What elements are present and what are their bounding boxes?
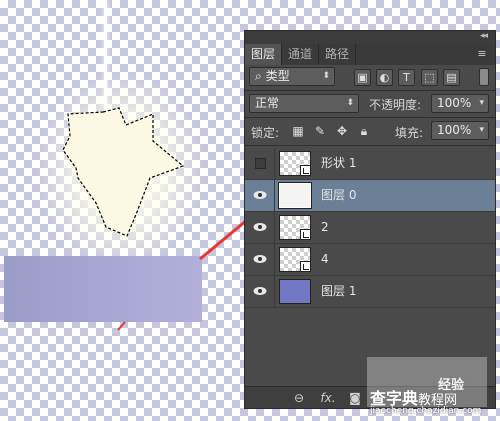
filter-toggle[interactable]: [479, 68, 489, 86]
lock-image-pixels-icon[interactable]: ✎: [313, 124, 327, 138]
layer-thumbnail: [279, 151, 311, 176]
eye-icon: [253, 287, 267, 295]
layer-row-layer-0[interactable]: 图层 0: [245, 180, 495, 212]
filter-kind-label: 类型: [265, 69, 290, 83]
layer-name[interactable]: 形状 1: [321, 148, 356, 179]
layer-name[interactable]: 图层 1: [321, 276, 356, 307]
panel-tabs: 图层 通道 路径: [245, 44, 495, 65]
filter-kind-dropdown[interactable]: ⌕ 类型 ⬍: [249, 67, 335, 86]
layer-row-2[interactable]: 2: [245, 212, 495, 244]
smart-object-badge-icon: [300, 261, 311, 272]
visibility-toggle[interactable]: [245, 180, 275, 211]
chevron-down-icon: ▾: [479, 98, 484, 108]
panel-title-bar[interactable]: ◂◂: [245, 31, 495, 44]
layer-row-layer-1[interactable]: 图层 1: [245, 276, 495, 308]
adjustment-filter-icon[interactable]: ◐: [376, 69, 393, 86]
link-icon[interactable]: ⊖: [291, 390, 307, 406]
fill-input[interactable]: 100% ▾: [431, 121, 489, 140]
layer-thumbnail: [279, 279, 311, 304]
fill-value: 100%: [437, 123, 472, 137]
smart-object-filter-icon[interactable]: ▤: [443, 69, 460, 86]
shape-layer-badge-icon: [300, 165, 311, 176]
smart-object-badge-icon: [300, 229, 311, 240]
text-filter-icon[interactable]: T: [398, 69, 415, 86]
lock-label: 锁定:: [251, 126, 280, 140]
opacity-input[interactable]: 100% ▾: [431, 94, 489, 113]
layers-panel: ◂◂ 图层 通道 路径 ≡ ⌕ 类型 ⬍ ▣ ◐ T ⬚ ▤ 正常 ⬍ 不透明度…: [244, 30, 496, 409]
layer-name[interactable]: 2: [321, 212, 329, 243]
divider: [245, 145, 495, 146]
layer-name[interactable]: 图层 0: [321, 180, 356, 211]
visibility-toggle[interactable]: [245, 276, 275, 307]
divider: [245, 117, 495, 118]
hidden-visibility-box: [255, 158, 266, 169]
opacity-label: 不透明度:: [369, 98, 422, 112]
fx-button[interactable]: fx.: [319, 390, 337, 406]
eye-icon: [253, 223, 267, 231]
lock-position-icon[interactable]: ✥: [335, 124, 349, 138]
tab-channels[interactable]: 通道: [282, 44, 320, 65]
opacity-value: 100%: [437, 96, 472, 110]
visibility-toggle[interactable]: [245, 148, 275, 179]
blend-mode-dropdown[interactable]: 正常 ⬍: [249, 94, 359, 113]
tab-paths[interactable]: 路径: [319, 44, 357, 65]
visibility-toggle[interactable]: [245, 212, 275, 243]
image-filter-icon[interactable]: ▣: [354, 69, 371, 86]
panel-menu-icon[interactable]: ≡: [475, 47, 489, 60]
chevron-down-icon: ⬍: [322, 71, 330, 81]
collapse-icon[interactable]: ◂◂: [480, 31, 488, 41]
lock-transparent-pixels-icon[interactable]: ▦: [291, 124, 305, 138]
chevron-down-icon: ⬍: [346, 98, 354, 108]
layer-thumbnail: [279, 247, 311, 272]
divider: [245, 90, 495, 91]
tab-layers[interactable]: 图层: [245, 44, 283, 65]
eye-icon: [253, 191, 267, 199]
visibility-toggle[interactable]: [245, 244, 275, 275]
chevron-down-icon: ▾: [479, 125, 484, 135]
layer-row-shape-1[interactable]: 形状 1: [245, 148, 495, 180]
fill-label: 填充:: [395, 126, 424, 140]
layer-row-4[interactable]: 4: [245, 244, 495, 276]
layer-thumbnail: [278, 182, 312, 209]
eye-icon: [253, 255, 267, 263]
watermark-url: jiaocheng.chazidian.com: [370, 406, 482, 416]
search-icon: ⌕: [255, 69, 262, 83]
blend-mode-value: 正常: [255, 96, 280, 110]
layer-name[interactable]: 4: [321, 244, 329, 275]
layer-thumbnail: [279, 215, 311, 240]
lock-all-icon[interactable]: 🔒︎: [357, 124, 371, 138]
add-mask-icon[interactable]: ◙: [347, 390, 363, 406]
shape-filter-icon[interactable]: ⬚: [421, 69, 438, 86]
